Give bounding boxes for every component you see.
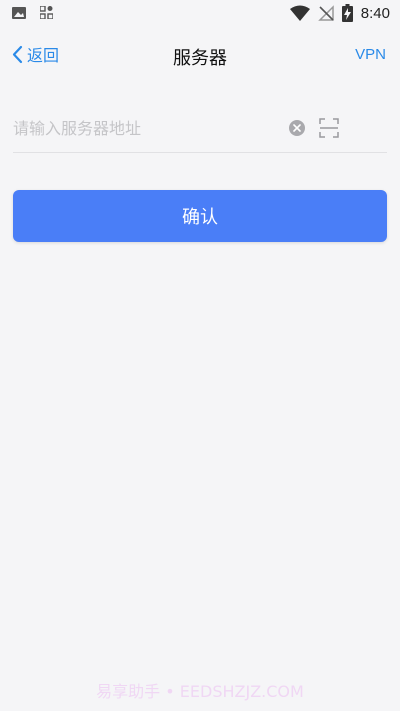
signal-off-icon <box>317 5 334 21</box>
status-bar-right: 8:40 <box>289 4 390 22</box>
status-time: 8:40 <box>360 4 390 22</box>
battery-charging-icon <box>341 4 353 22</box>
clear-icon[interactable] <box>289 120 305 136</box>
page-title: 服务器 <box>173 48 227 69</box>
nav-bar: 返回 服务器 VPN <box>0 30 400 80</box>
confirm-button[interactable]: 确认 <box>13 190 387 242</box>
scan-icon[interactable] <box>319 118 339 138</box>
wifi-icon <box>289 5 310 21</box>
vpn-button[interactable]: VPN <box>355 46 386 63</box>
status-bar-left <box>12 6 53 19</box>
status-bar: 8:40 <box>0 0 400 28</box>
server-input-row <box>13 106 387 153</box>
image-icon <box>12 6 26 19</box>
apps-icon <box>40 6 53 19</box>
server-address-input[interactable] <box>13 106 273 150</box>
watermark: 易享助手 • EEDSHZJZ.COM <box>96 682 304 701</box>
